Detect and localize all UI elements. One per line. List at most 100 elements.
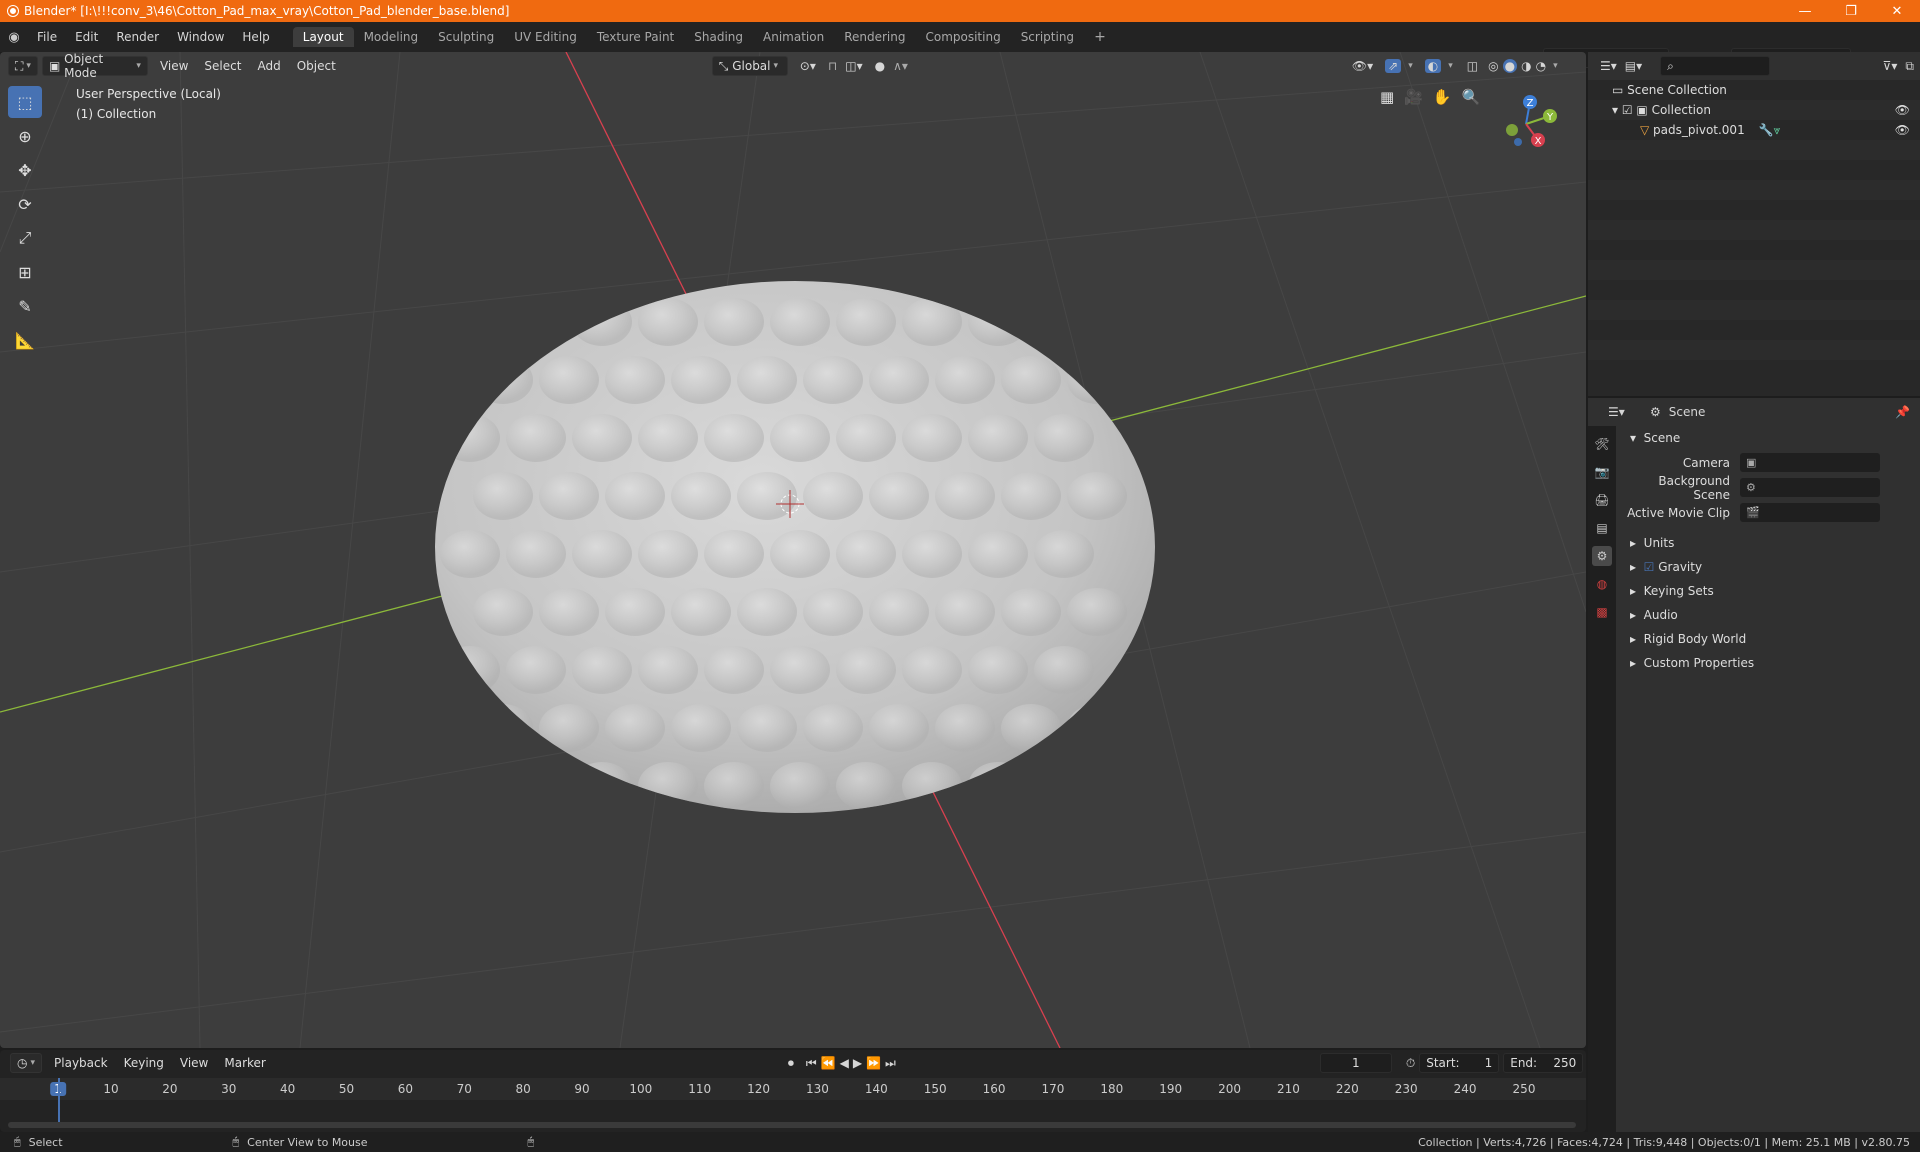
tab-compositing[interactable]: Compositing (915, 27, 1010, 47)
tab-shading[interactable]: Shading (684, 27, 753, 47)
menu-file[interactable]: File (28, 30, 66, 44)
frame-ruler[interactable]: 1102030405060708090100110120130140150160… (0, 1078, 1586, 1100)
view-layer-tab-icon[interactable]: ▤ (1592, 518, 1612, 538)
navigation-gizmo[interactable]: Z Y X (1486, 84, 1566, 156)
output-tab-icon[interactable]: 🖨 (1592, 490, 1612, 510)
new-collection-icon[interactable]: ⧉ (1905, 59, 1914, 74)
timeline-scrollbar[interactable] (8, 1122, 1576, 1128)
movie-clip-field[interactable]: 🎬 (1740, 503, 1880, 522)
orientation-dropdown[interactable]: ⤡ Global ▾ (711, 56, 788, 76)
eye-icon[interactable]: 👁 (1895, 103, 1910, 117)
timeline-editor-type-button[interactable]: ◷ ▾ (10, 1053, 43, 1073)
panel-rigid-body-world[interactable]: ▸ Rigid Body World (1620, 627, 1920, 651)
menu-help[interactable]: Help (233, 30, 278, 44)
play-icon[interactable]: ▶ (853, 1056, 862, 1070)
world-tab-icon[interactable]: ◍ (1592, 574, 1612, 594)
outliner-editor-icon[interactable]: ☰▾ (1600, 59, 1617, 73)
panel-audio[interactable]: ▸ Audio (1620, 603, 1920, 627)
camera-field[interactable]: ▣ (1740, 453, 1880, 472)
cursor-tool-icon[interactable]: ⊕ (8, 120, 42, 152)
rendered-shading-icon[interactable]: ◔ (1536, 59, 1546, 73)
maximize-button[interactable]: ❐ (1828, 0, 1874, 22)
panel-custom-properties[interactable]: ▸ Custom Properties (1620, 651, 1920, 675)
camera-view-icon[interactable]: 🎥 (1404, 88, 1423, 106)
timeline-menu-playback[interactable]: Playback (46, 1056, 116, 1070)
add-workspace-icon[interactable]: + (1084, 26, 1116, 48)
prev-keyframe-icon[interactable]: ⏪ (821, 1056, 836, 1070)
scene-section-header[interactable]: ▾ Scene (1620, 426, 1920, 450)
render-tab-icon[interactable]: 📷 (1592, 462, 1612, 482)
zoom-icon[interactable]: 🔍 (1462, 88, 1481, 106)
xray-icon[interactable]: ◫ (1467, 59, 1478, 73)
tab-animation[interactable]: Animation (753, 27, 834, 47)
menu-edit[interactable]: Edit (66, 30, 107, 44)
tab-uv-editing[interactable]: UV Editing (504, 27, 587, 47)
stopwatch-icon[interactable]: ⏱ (1406, 1056, 1415, 1071)
tab-texture-paint[interactable]: Texture Paint (587, 27, 684, 47)
mesh-data-icon[interactable]: ⩔ (1774, 123, 1781, 138)
wireframe-shading-icon[interactable]: ◎ (1488, 59, 1498, 73)
scene-tab-icon[interactable]: ⚙ (1592, 546, 1612, 566)
outliner-row-scene-collection[interactable]: ▭ Scene Collection (1588, 80, 1920, 100)
viewport-menu-select[interactable]: Select (196, 59, 249, 73)
outliner-search-input[interactable]: ⌕ (1660, 56, 1771, 76)
transform-tool-icon[interactable]: ⊞ (8, 256, 42, 288)
solid-shading-icon[interactable]: ● (1502, 59, 1518, 73)
tab-sculpting[interactable]: Sculpting (428, 27, 504, 47)
play-reverse-icon[interactable]: ◀ (840, 1056, 849, 1070)
snap-icon[interactable]: ⊓ (828, 59, 837, 73)
modifier-wrench-icon[interactable]: 🔧 (1759, 123, 1774, 137)
jump-end-icon[interactable]: ⏭ (885, 1056, 896, 1071)
filter-icon[interactable]: ⊽▾ (1883, 59, 1898, 73)
eye-icon[interactable]: 👁 (1895, 123, 1910, 137)
falloff-icon[interactable]: ∧▾ (893, 59, 908, 73)
pin-icon[interactable]: 📌 (1895, 405, 1910, 419)
panel-gravity[interactable]: ▸ ☑ Gravity (1620, 555, 1920, 579)
minimize-button[interactable]: — (1782, 0, 1828, 22)
tab-modeling[interactable]: Modeling (354, 27, 429, 47)
menu-window[interactable]: Window (168, 30, 233, 44)
visibility-icon[interactable]: 👁▾ (1352, 59, 1373, 73)
close-button[interactable]: ✕ (1874, 0, 1920, 22)
viewport-menu-view[interactable]: View (152, 59, 196, 73)
timeline-menu-keying[interactable]: Keying (116, 1056, 172, 1070)
background-scene-field[interactable]: ⚙ (1740, 478, 1880, 497)
menu-render[interactable]: Render (107, 30, 168, 44)
tool-tab-icon[interactable]: 🛠 (1592, 434, 1612, 454)
editor-type-button[interactable]: ⛶ ▾ (8, 56, 38, 76)
gizmo-toggle-icon[interactable]: ⇗ (1385, 59, 1402, 73)
playhead[interactable] (58, 1078, 60, 1122)
tab-scripting[interactable]: Scripting (1011, 27, 1084, 47)
start-frame-field[interactable]: Start: 1 (1419, 1053, 1500, 1073)
jump-start-icon[interactable]: ⏮ (806, 1056, 817, 1071)
pivot-icon[interactable]: ⊙▾ (800, 59, 816, 73)
scale-tool-icon[interactable]: ⤢ (8, 222, 42, 254)
pan-hand-icon[interactable]: ✋ (1433, 88, 1452, 106)
tab-layout[interactable]: Layout (292, 27, 354, 47)
move-tool-icon[interactable]: ✥ (8, 154, 42, 186)
outliner-row-object[interactable]: ▽ pads_pivot.001 🔧 ⩔ 👁 (1588, 120, 1920, 140)
panel-units[interactable]: ▸ Units (1620, 531, 1920, 555)
rotate-tool-icon[interactable]: ⟳ (8, 188, 42, 220)
grid-view-icon[interactable]: ▦ (1380, 88, 1394, 106)
texture-tab-icon[interactable]: ▩ (1592, 602, 1612, 622)
display-mode-icon[interactable]: ▤▾ (1625, 59, 1642, 73)
gravity-checkbox[interactable]: ☑ (1644, 560, 1659, 574)
material-shading-icon[interactable]: ◑ (1521, 59, 1531, 73)
record-icon[interactable]: ⏺ (788, 1056, 794, 1071)
overlay-toggle-icon[interactable]: ◐ (1424, 59, 1442, 73)
timeline-menu-view[interactable]: View (172, 1056, 216, 1070)
outliner-row-collection[interactable]: ▾ ☑ ▣ Collection 👁 (1588, 100, 1920, 120)
snap-target-icon[interactable]: ◫▾ (845, 59, 862, 73)
3d-viewport[interactable]: ⛶ ▾ ▣ Object Mode ▾ View Select Add Object ⤡ … (0, 52, 1586, 1048)
next-keyframe-icon[interactable]: ⏩ (866, 1056, 881, 1070)
current-frame-field[interactable]: 1 (1319, 1053, 1392, 1073)
viewport-menu-object[interactable]: Object (289, 59, 344, 73)
end-frame-field[interactable]: End: 250 (1503, 1053, 1584, 1073)
tab-rendering[interactable]: Rendering (834, 27, 915, 47)
select-box-tool-icon[interactable]: ⬚ (8, 86, 42, 118)
panel-keying-sets[interactable]: ▸ Keying Sets (1620, 579, 1920, 603)
collection-checkbox[interactable]: ☑ (1622, 103, 1637, 117)
blender-menu-icon[interactable]: ◉ (0, 30, 28, 45)
properties-editor-icon[interactable]: ☰▾ (1608, 405, 1625, 419)
